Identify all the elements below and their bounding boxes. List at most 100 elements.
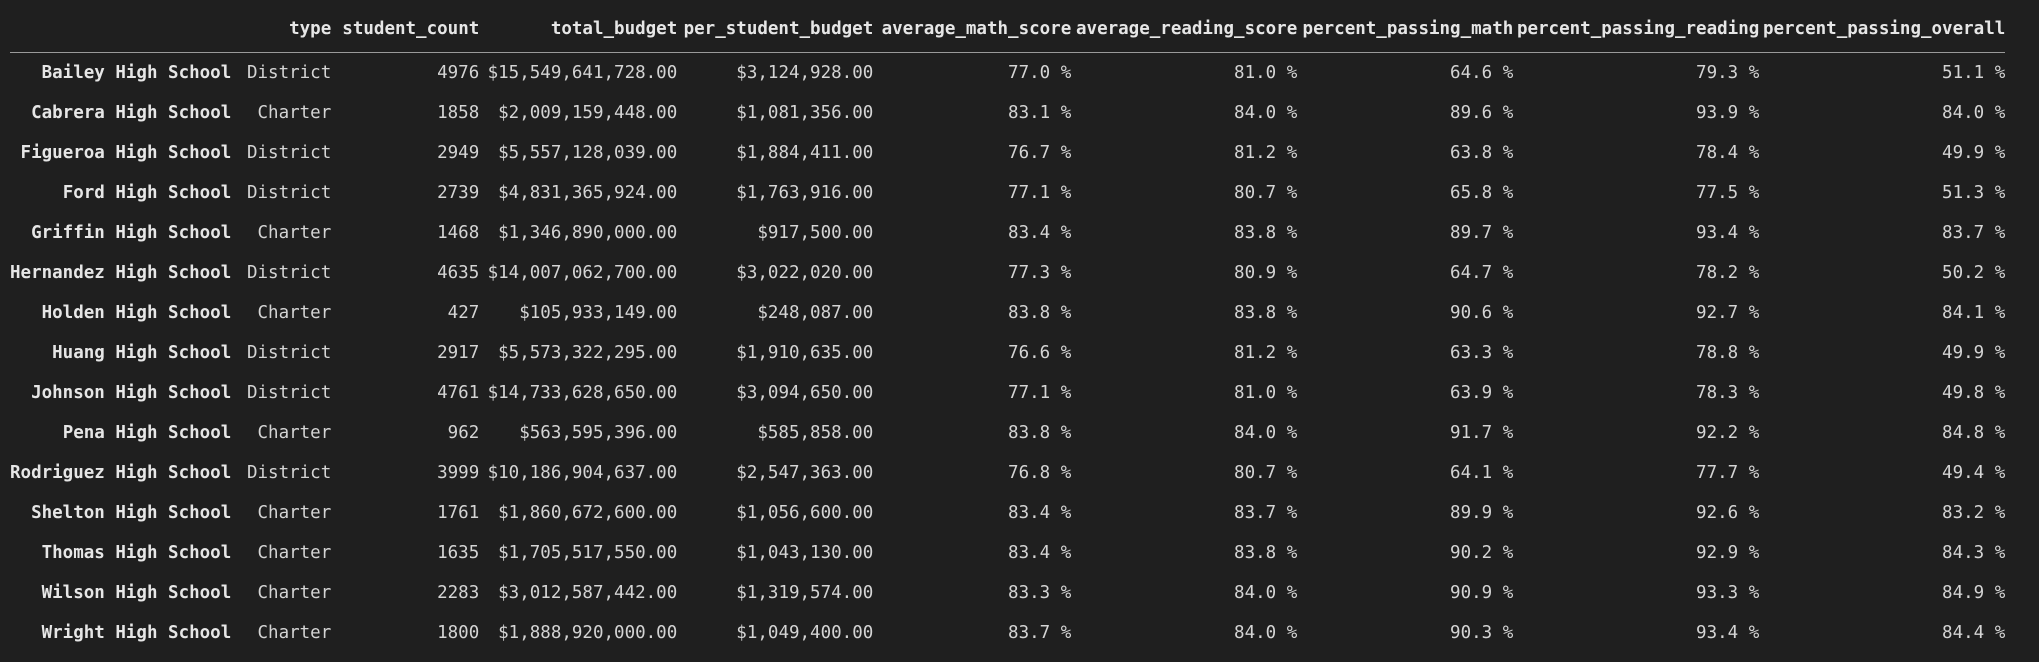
table-row: Bailey High School District 4976 $15,549,64… — [10, 53, 2006, 94]
average-math-score-cell: 77.1 % — [1008, 183, 1072, 203]
percent-passing-math-cell: 90.6 % — [1450, 303, 1514, 323]
percent-passing-overall-cell: 84.8 % — [1942, 423, 2006, 443]
per-student-budget-cell: $1,081,356.00 — [736, 103, 874, 123]
row-index-school-name: Griffin High School — [31, 223, 232, 243]
percent-passing-overall-cell: 51.1 % — [1942, 63, 2006, 83]
type-cell: Charter — [257, 503, 332, 523]
table-row: Wilson High School Charter 2283 $3,012,587,… — [10, 573, 2006, 613]
percent-passing-reading-cell: 92.2 % — [1696, 423, 1760, 443]
percent-passing-math-cell: 63.8 % — [1450, 143, 1514, 163]
total-budget-cell: $1,705,517,550.00 — [498, 543, 678, 563]
type-cell: District — [246, 63, 332, 83]
table-row: Huang High School District 2917 $5,573,322,… — [10, 333, 2005, 373]
table-header: type student_count total_budget per_stud… — [10, 12, 2006, 53]
average-reading-score-cell: 81.2 % — [1234, 143, 1298, 163]
percent-passing-math-cell: 64.6 % — [1450, 63, 1514, 83]
percent-passing-math-cell: 89.9 % — [1450, 503, 1514, 523]
table-row: Johnson High School District 4761 $14,733,6… — [10, 373, 2005, 413]
total-budget-cell: $5,557,128,039.00 — [498, 143, 678, 163]
average-reading-score-cell: 84.0 % — [1234, 103, 1298, 123]
student-count-cell: 1761 — [437, 503, 480, 523]
percent-passing-overall-cell: 84.1 % — [1942, 303, 2006, 323]
column-header-per-student-budget: per_student_budget — [683, 19, 874, 39]
percent-passing-reading-cell: 78.2 % — [1696, 263, 1760, 283]
table-row: Ford High School District 2739 $4,831,365,9… — [10, 173, 2006, 213]
type-cell: Charter — [257, 623, 332, 643]
average-reading-score-cell: 80.9 % — [1234, 263, 1298, 283]
student-count-cell: 2917 — [437, 343, 480, 363]
row-index-school-name: Wright High School — [41, 623, 232, 643]
average-reading-score-cell: 84.0 % — [1234, 623, 1298, 643]
student-count-cell: 962 — [447, 423, 480, 443]
percent-passing-reading-cell: 79.3 % — [1696, 63, 1760, 83]
total-budget-cell: $5,573,322,295.00 — [498, 343, 678, 363]
column-header-average-reading-score: average_reading_score — [1076, 19, 1298, 39]
percent-passing-math-cell: 64.1 % — [1450, 463, 1514, 483]
percent-passing-math-cell: 63.9 % — [1450, 383, 1514, 403]
percent-passing-overall-cell: 84.0 % — [1942, 103, 2006, 123]
average-math-score-cell: 83.4 % — [1008, 223, 1072, 243]
type-cell: District — [246, 343, 332, 363]
percent-passing-reading-cell: 92.9 % — [1696, 543, 1760, 563]
row-index-school-name: Hernandez High School — [10, 263, 232, 283]
row-index-school-name: Johnson High School — [31, 383, 232, 403]
average-reading-score-cell: 84.0 % — [1234, 423, 1298, 443]
per-student-budget-cell: $1,056,600.00 — [736, 503, 874, 523]
percent-passing-math-cell: 89.7 % — [1450, 223, 1514, 243]
per-student-budget-cell: $1,049,400.00 — [736, 623, 874, 643]
column-header-percent-passing-reading: percent_passing_reading — [1516, 19, 1760, 39]
total-budget-cell: $1,888,920,000.00 — [498, 623, 678, 643]
average-reading-score-cell: 84.0 % — [1234, 583, 1298, 603]
average-math-score-cell: 83.4 % — [1008, 503, 1072, 523]
type-cell: Charter — [257, 223, 332, 243]
student-count-cell: 2949 — [437, 143, 480, 163]
student-count-cell: 2283 — [437, 583, 480, 603]
row-index-school-name: Thomas High School — [41, 543, 232, 563]
percent-passing-reading-cell: 92.6 % — [1696, 503, 1760, 523]
table-row: Cabrera High School Charter 1858 $2,009,159… — [10, 93, 2005, 133]
total-budget-cell: $563,595,396.00 — [519, 423, 678, 443]
average-math-score-cell: 77.0 % — [1008, 63, 1072, 83]
percent-passing-reading-cell: 78.4 % — [1696, 143, 1760, 163]
column-header-total-budget: total_budget — [550, 19, 678, 39]
percent-passing-overall-cell: 83.7 % — [1942, 223, 2006, 243]
average-reading-score-cell: 83.8 % — [1234, 223, 1298, 243]
percent-passing-overall-cell: 83.2 % — [1942, 503, 2006, 523]
percent-passing-overall-cell: 50.2 % — [1942, 263, 2006, 283]
type-cell: District — [246, 183, 332, 203]
percent-passing-math-cell: 90.3 % — [1450, 623, 1514, 643]
type-cell: District — [246, 263, 332, 283]
average-math-score-cell: 76.7 % — [1008, 143, 1072, 163]
column-header-type: type — [289, 19, 332, 39]
average-reading-score-cell: 80.7 % — [1234, 183, 1298, 203]
per-student-budget-cell: $585,858.00 — [757, 423, 874, 443]
per-student-budget-cell: $248,087.00 — [757, 303, 874, 323]
total-budget-cell: $4,831,365,924.00 — [498, 183, 678, 203]
average-math-score-cell: 76.8 % — [1008, 463, 1072, 483]
type-cell: Charter — [257, 583, 332, 603]
average-reading-score-cell: 83.7 % — [1234, 503, 1298, 523]
row-index-school-name: Shelton High School — [31, 503, 232, 523]
percent-passing-reading-cell: 77.5 % — [1696, 183, 1760, 203]
percent-passing-overall-cell: 49.9 % — [1942, 343, 2006, 363]
student-count-cell: 427 — [447, 303, 480, 323]
type-cell: Charter — [257, 543, 332, 563]
percent-passing-overall-cell: 84.3 % — [1942, 543, 2006, 563]
percent-passing-reading-cell: 92.7 % — [1696, 303, 1760, 323]
type-cell: Charter — [257, 423, 332, 443]
table-row: Thomas High School Charter 1635 $1,705,517,… — [10, 533, 2006, 573]
row-index-school-name: Wilson High School — [41, 583, 232, 603]
average-math-score-cell: 83.8 % — [1008, 303, 1072, 323]
table-row: Shelton High School Charter 1761 $1,860,672… — [10, 493, 2005, 533]
row-index-school-name: Cabrera High School — [31, 103, 232, 123]
type-cell: Charter — [257, 103, 332, 123]
row-index-school-name: Pena High School — [62, 423, 232, 443]
percent-passing-reading-cell: 78.8 % — [1696, 343, 1760, 363]
percent-passing-math-cell: 89.6 % — [1450, 103, 1514, 123]
total-budget-cell: $15,549,641,728.00 — [487, 63, 678, 83]
percent-passing-math-cell: 90.2 % — [1450, 543, 1514, 563]
percent-passing-overall-cell: 51.3 % — [1942, 183, 2006, 203]
total-budget-cell: $2,009,159,448.00 — [498, 103, 678, 123]
percent-passing-reading-cell: 93.4 % — [1696, 223, 1760, 243]
total-budget-cell: $10,186,904,637.00 — [487, 463, 678, 483]
